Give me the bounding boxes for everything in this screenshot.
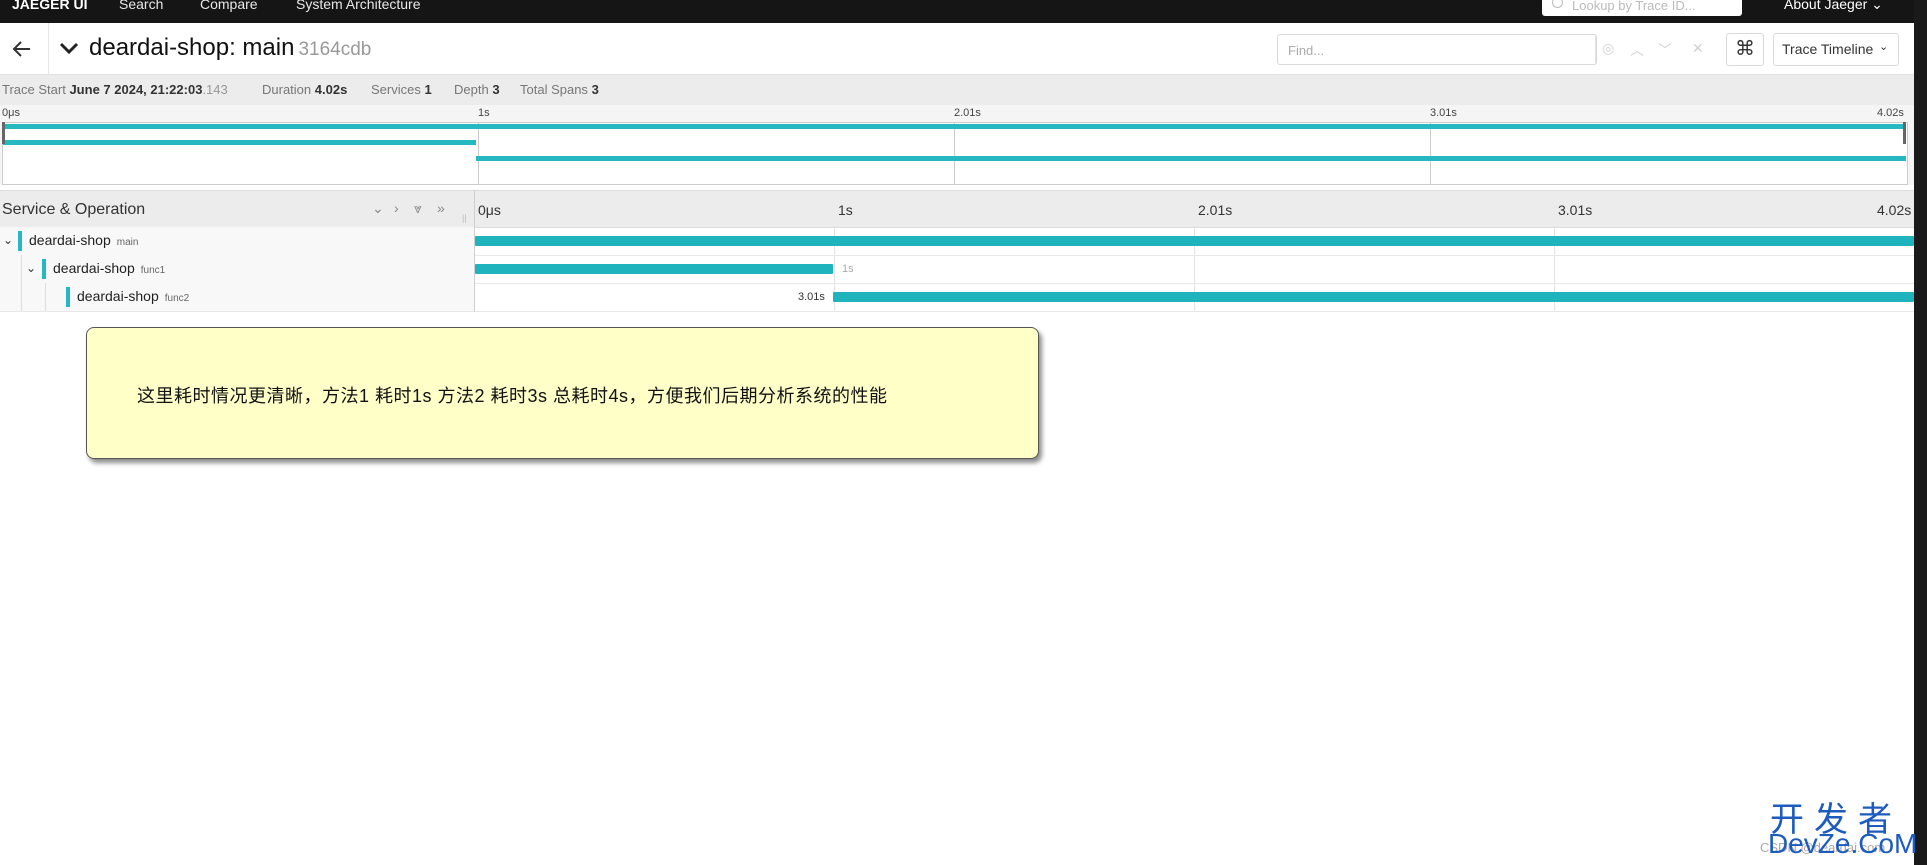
timeline-tick: 0μs (478, 202, 501, 218)
minimap-tick: 4.02s (1877, 107, 1904, 119)
annotation-callout: 这里耗时情况更清晰，方法1 耗时1s 方法2 耗时3s 总耗时4s，方便我们后期… (86, 327, 1039, 459)
minimap-tick: 1s (478, 107, 490, 119)
top-navbar: JAEGER UI Search Compare System Architec… (0, 0, 1927, 23)
page-title: deardai-shop: main 3164cdb (89, 34, 372, 61)
timeline-tick: 1s (838, 202, 853, 218)
watermark-site: DevZe.CoM (1768, 828, 1918, 859)
minimap-tick: 2.01s (954, 107, 981, 119)
chevron-down-icon[interactable]: ⌄ (26, 261, 36, 275)
chevron-down-icon: ⌄ (1879, 41, 1889, 53)
trace-id: 3164cdb (298, 39, 372, 60)
trace-stats-bar: Trace Start June 7 2024, 21:22:03.143 Du… (0, 75, 1914, 105)
span-operation-name: func1 (140, 265, 166, 276)
span-operation-name: func2 (164, 293, 190, 304)
arrow-left-icon (12, 41, 30, 57)
span-bar[interactable] (832, 292, 1914, 302)
close-icon[interactable]: ✕ (1692, 40, 1704, 57)
minimap-span-bar (476, 156, 1906, 161)
column-resizer[interactable] (474, 190, 475, 312)
chevron-down-icon[interactable]: ﹀ (1658, 40, 1672, 60)
span-service-name: deardai-shop func1 (53, 260, 166, 276)
span-service-name: deardai-shop func2 (77, 288, 190, 304)
span-duration-label: 1s (842, 263, 854, 275)
span-row[interactable]: deardai-shop func2 3.01s (0, 283, 1914, 312)
timeline-tick: 2.01s (1198, 202, 1233, 218)
trace-id-lookup-input[interactable]: Lookup by Trace ID... (1542, 0, 1742, 16)
service-operation-header: Service & Operation (2, 201, 146, 218)
minimap-tick: 3.01s (1430, 107, 1457, 119)
nav-search[interactable]: Search (119, 0, 163, 12)
minimap-tick: 0μs (2, 107, 20, 119)
annotation-text: 这里耗时情况更清晰，方法1 耗时1s 方法2 耗时3s 总耗时4s，方便我们后期… (137, 386, 888, 406)
view-mode-dropdown[interactable]: Trace Timeline ⌄ (1773, 33, 1899, 66)
span-bar[interactable] (475, 264, 833, 274)
nav-system-architecture[interactable]: System Architecture (296, 0, 421, 12)
span-duration-label: 3.01s (798, 291, 825, 303)
command-icon: ⌘ (1735, 38, 1755, 60)
chevron-down-icon[interactable]: ⌄ (3, 233, 13, 247)
trace-header: deardai-shop: main 3164cdb Find... ◎ ︿ ﹀ … (0, 23, 1914, 75)
expand-one-icon[interactable]: › (394, 200, 399, 216)
span-row[interactable]: ⌄ deardai-shop main (0, 227, 1914, 256)
span-row[interactable]: ⌄ deardai-shop func1 1s (0, 255, 1914, 284)
span-bar[interactable] (475, 236, 1914, 246)
jaeger-logo[interactable]: JAEGER UI (12, 0, 87, 12)
find-input[interactable]: Find... (1277, 34, 1597, 65)
resize-grip-icon[interactable]: || (462, 213, 467, 223)
minimap-right-handle[interactable] (1903, 122, 1906, 144)
minimap-span-bar (3, 124, 1906, 129)
minimap-span-bar (3, 140, 477, 145)
trace-table-header: Service & Operation ⌄ › ⩔ » 0μs 1s 2.01s… (0, 190, 1914, 228)
collapse-all-icon[interactable]: » (437, 200, 445, 216)
expand-all-icon[interactable]: ⩔ (414, 200, 422, 217)
chevron-up-icon[interactable]: ︿ (1630, 40, 1644, 60)
collapse-one-icon[interactable]: ⌄ (372, 200, 384, 217)
minimap-left-handle[interactable] (2, 122, 5, 144)
search-icon (1552, 0, 1563, 8)
chevron-down-icon[interactable] (58, 40, 80, 56)
about-jaeger-menu[interactable]: About Jaeger ⌄ (1784, 0, 1883, 13)
page-scrollbar[interactable] (1914, 0, 1927, 865)
target-icon[interactable]: ◎ (1602, 40, 1614, 57)
span-service-name: deardai-shop main (29, 232, 139, 248)
keyboard-shortcuts-button[interactable]: ⌘ (1726, 33, 1764, 66)
span-operation-name: main (116, 237, 139, 248)
back-button[interactable] (0, 23, 49, 74)
timeline-tick: 3.01s (1558, 202, 1593, 218)
trace-minimap[interactable]: 0μs 1s 2.01s 3.01s 4.02s (0, 105, 1914, 185)
nav-compare[interactable]: Compare (200, 0, 258, 12)
timeline-tick: 4.02s (1877, 202, 1912, 218)
